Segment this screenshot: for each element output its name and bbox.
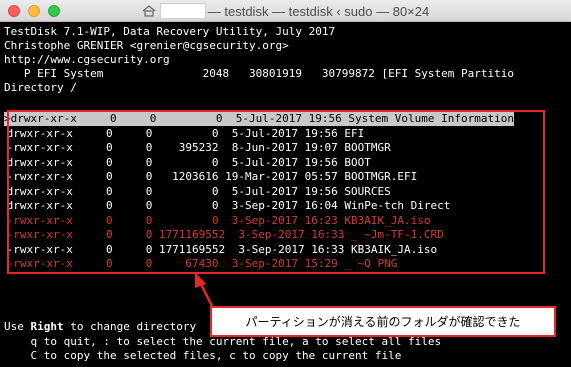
terminal-window: — testdisk — testdisk ‹ sudo — 80×24 Tes… [0, 0, 571, 367]
highlight-box [7, 110, 545, 274]
home-folder-icon [142, 5, 156, 17]
annotation-callout: パーティションが消える前のフォルダが確認できた [210, 306, 556, 337]
partition-info-line: P EFI System 2048 30801919 30799872 [EFI… [4, 67, 514, 80]
help-use-text: Use [4, 320, 31, 333]
help-right-key: Right [30, 320, 64, 333]
directory-path-line: Directory / [4, 81, 77, 94]
title-bar[interactable]: — testdisk — testdisk ‹ sudo — 80×24 [0, 0, 571, 22]
header-version-line: TestDisk 7.1-WIP, Data Recovery Utility,… [4, 25, 336, 38]
window-title: — testdisk — testdisk ‹ sudo — 80×24 [0, 0, 571, 22]
help-line-1: Use Right to change directory [4, 320, 196, 334]
window-title-text: — testdisk — testdisk ‹ sudo — 80×24 [207, 3, 430, 19]
help-line-2: q to quit, : to select the current file,… [4, 335, 442, 348]
header-url-line: http://www.cgsecurity.org [4, 53, 170, 66]
help-change-dir-text: to change directory [63, 320, 197, 333]
redacted-username [159, 3, 206, 19]
help-line-3: C to copy the selected files, c to copy … [4, 349, 402, 362]
header-author-line: Christophe GRENIER <grenier@cgsecurity.o… [4, 39, 289, 52]
